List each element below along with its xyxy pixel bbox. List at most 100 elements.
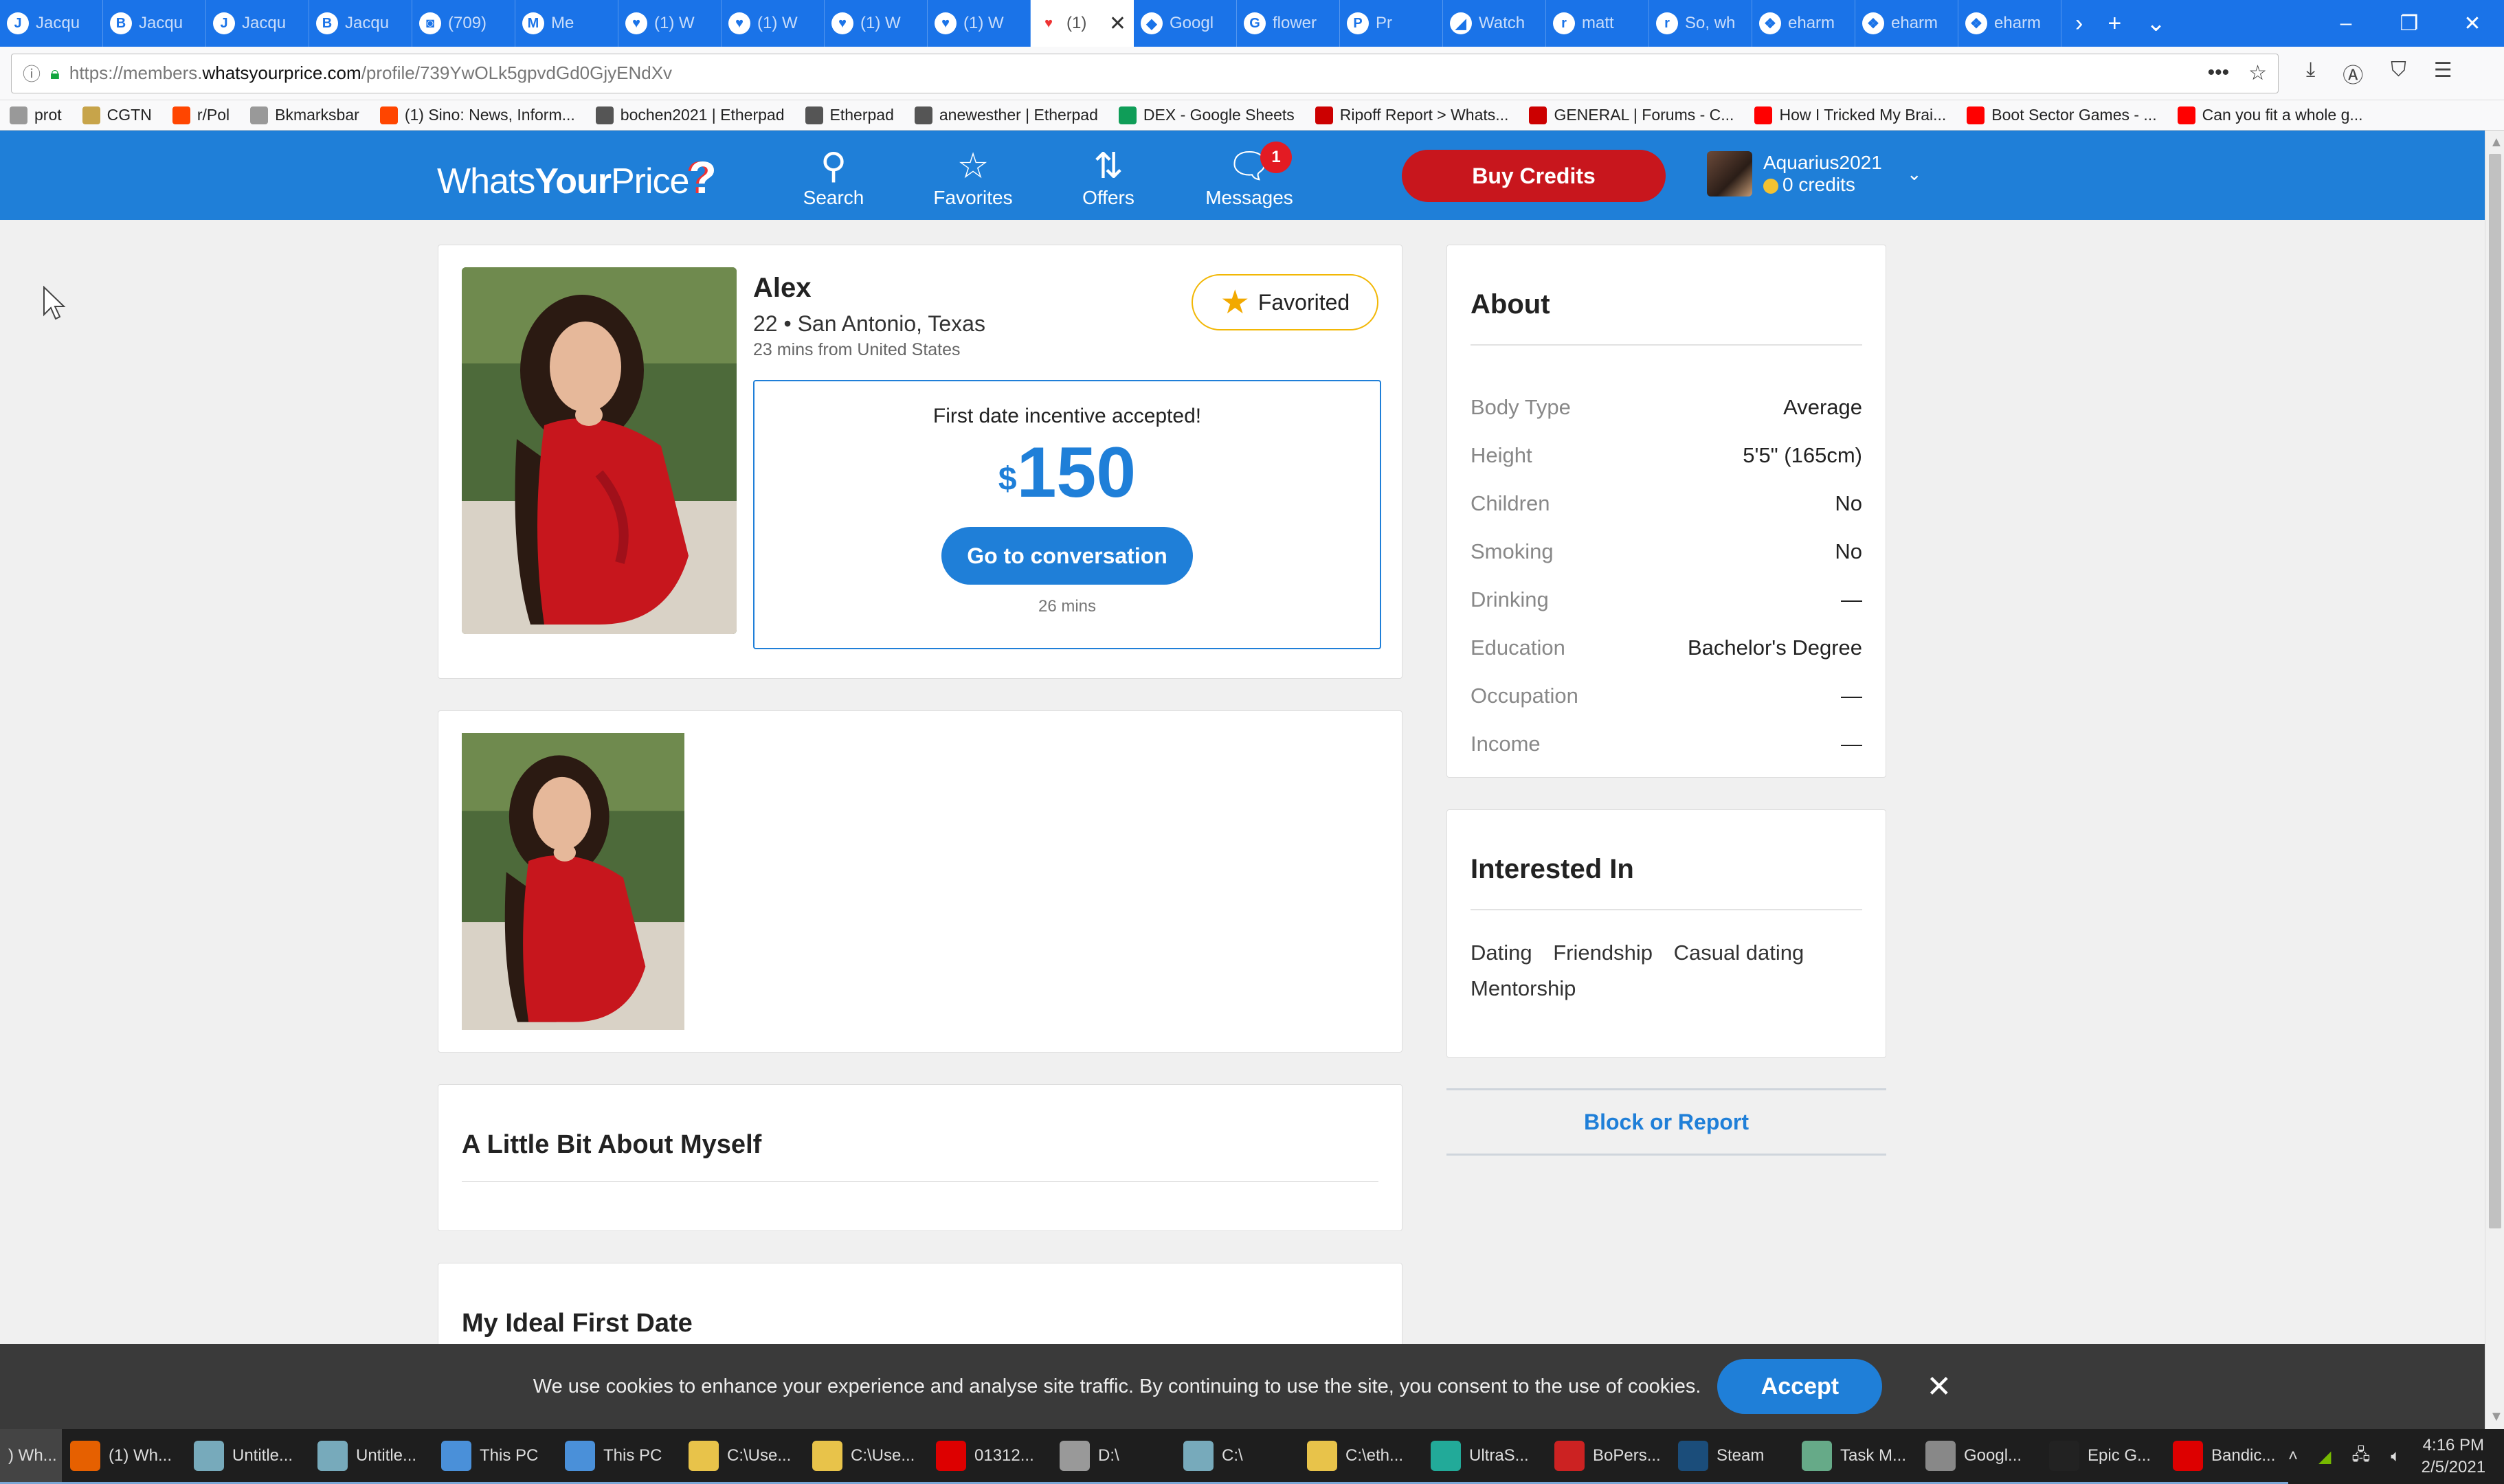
bookmark-item[interactable]: Boot Sector Games - ...: [1967, 106, 2157, 124]
network-icon[interactable]: 🖧︎: [2351, 1443, 2370, 1471]
scroll-tabs-right-icon[interactable]: ›: [2075, 10, 2083, 37]
browser-tab[interactable]: ◆ Googl: [1134, 0, 1237, 47]
browser-tab[interactable]: r So, wh: [1649, 0, 1752, 47]
bookmark-star-icon[interactable]: ☆: [2248, 61, 2267, 85]
new-tab-icon[interactable]: +: [2108, 10, 2121, 37]
close-icon[interactable]: ✕: [1926, 1369, 1952, 1404]
tray-chevron-icon[interactable]: ˄: [2288, 1447, 2298, 1466]
browser-tab[interactable]: Gflower: [1237, 0, 1340, 47]
browser-tab[interactable]: ♥ (1) W: [928, 0, 1031, 47]
info-icon[interactable]: ⓘ: [23, 60, 41, 86]
browser-tab[interactable]: ❖ eharm: [1855, 0, 1958, 47]
account-menu[interactable]: Aquarius2021 0 credits ⌄: [1707, 151, 1922, 196]
taskbar-app[interactable]: Epic G...: [2041, 1429, 2165, 1484]
menu-icon[interactable]: ☰: [2434, 58, 2452, 89]
taskbar-app[interactable]: ) Wh...: [0, 1429, 62, 1484]
block-or-report-link[interactable]: Block or Report: [1446, 1088, 1886, 1156]
bookmark-item[interactable]: Etherpad: [805, 106, 894, 124]
taskbar-app[interactable]: C:\Use...: [680, 1429, 804, 1484]
browser-tab[interactable]: P Pr: [1340, 0, 1443, 47]
bookmark-item[interactable]: r/Pol: [172, 106, 230, 124]
close-window-icon[interactable]: ✕: [2441, 12, 2504, 36]
browser-tab[interactable]: B Jacqu: [103, 0, 206, 47]
taskbar-app[interactable]: Googl...: [1917, 1429, 2041, 1484]
minimize-icon[interactable]: –: [2314, 12, 2378, 35]
bookmark-item[interactable]: Ripoff Report > Whats...: [1315, 106, 1508, 124]
browser-tab[interactable]: ♥ (1) W: [618, 0, 722, 47]
tab-title: flower: [1273, 14, 1317, 32]
accept-cookies-button[interactable]: Accept: [1717, 1359, 1883, 1414]
scroll-down-icon[interactable]: ▼: [2490, 1409, 2503, 1425]
taskbar-app[interactable]: (1) Wh...: [62, 1429, 186, 1484]
browser-tab[interactable]: ◙ (709): [412, 0, 515, 47]
taskbar-app[interactable]: Bandic...: [2165, 1429, 2288, 1484]
shield-icon[interactable]: ⛉: [2391, 58, 2406, 89]
tab-list-chevron-icon[interactable]: ⌄: [2146, 10, 2166, 37]
download-icon[interactable]: ⤓: [2306, 58, 2315, 89]
restore-icon[interactable]: ❐: [2378, 12, 2441, 36]
adblock-icon[interactable]: Ⓐ: [2343, 58, 2363, 89]
taskbar-app[interactable]: Untitle...: [186, 1429, 309, 1484]
taskbar-app[interactable]: This PC: [557, 1429, 680, 1484]
bookmark-item[interactable]: Bkmarksbar: [250, 106, 359, 124]
photo-thumbnail[interactable]: [462, 733, 684, 1030]
bookmark-item[interactable]: prot: [10, 106, 62, 124]
tab-favicon-icon: J: [213, 12, 235, 34]
page-scrollbar[interactable]: ▲ ▼: [2485, 131, 2504, 1429]
volume-icon[interactable]: 🔈︎: [2391, 1447, 2400, 1466]
bookmark-item[interactable]: CGTN: [82, 106, 152, 124]
profile-photo[interactable]: [462, 267, 737, 634]
nav-messages[interactable]: 🗨︎ Messages 1: [1194, 142, 1304, 209]
browser-tab[interactable]: M Me: [515, 0, 618, 47]
bookmark-item[interactable]: DEX - Google Sheets: [1118, 106, 1295, 124]
taskbar-app[interactable]: C:\Use...: [804, 1429, 928, 1484]
bookmark-item[interactable]: (1) Sino: News, Inform...: [379, 106, 575, 124]
taskbar-clock[interactable]: 4:16 PM 2/5/2021: [2422, 1435, 2485, 1479]
taskbar-app[interactable]: This PC: [433, 1429, 557, 1484]
browser-tab[interactable]: ❖ eharm: [1752, 0, 1855, 47]
nav-search[interactable]: ⚲ Search: [779, 146, 888, 209]
taskbar-app[interactable]: D:\: [1051, 1429, 1175, 1484]
taskbar-app[interactable]: C:\: [1175, 1429, 1299, 1484]
browser-tab[interactable]: ♥ (1) W: [722, 0, 825, 47]
scroll-up-icon[interactable]: ▲: [2490, 135, 2503, 150]
browser-tab[interactable]: ♥ (1) W: [825, 0, 928, 47]
tab-favicon-icon: J: [7, 12, 29, 34]
taskbar-app[interactable]: Untitle...: [309, 1429, 433, 1484]
browser-tab[interactable]: r matt: [1546, 0, 1649, 47]
taskbar-app[interactable]: UltraS...: [1422, 1429, 1546, 1484]
url-text[interactable]: https://members.whatsyourprice.com/profi…: [69, 63, 672, 84]
scrollbar-thumb[interactable]: [2489, 154, 2501, 1228]
taskbar-app[interactable]: 01312...: [928, 1429, 1051, 1484]
bookmark-label: CGTN: [107, 106, 152, 124]
browser-tab[interactable]: B Jacqu: [309, 0, 412, 47]
buy-credits-button[interactable]: Buy Credits: [1402, 150, 1666, 202]
taskbar-app[interactable]: C:\eth...: [1299, 1429, 1422, 1484]
nav-favorites[interactable]: ☆ Favorites: [918, 146, 1028, 209]
browser-tab[interactable]: ◢ Watch: [1443, 0, 1546, 47]
browser-tab[interactable]: ❖ eharm: [1958, 0, 2061, 47]
nvidia-icon[interactable]: ◢: [2318, 1447, 2331, 1467]
go-to-conversation-button[interactable]: Go to conversation: [941, 527, 1193, 585]
bookmark-item[interactable]: How I Tricked My Brai...: [1754, 106, 1946, 124]
page-actions-icon[interactable]: •••: [2208, 61, 2230, 85]
taskbar-app[interactable]: Steam: [1670, 1429, 1793, 1484]
taskbar-app[interactable]: BoPers...: [1546, 1429, 1670, 1484]
site-logo[interactable]: WhatsYourPrice?: [437, 151, 717, 203]
browser-tab[interactable]: J Jacqu: [206, 0, 309, 47]
favorited-button[interactable]: ★ Favorited: [1192, 274, 1378, 330]
browser-tab[interactable]: ♥ (1) ✕: [1031, 0, 1134, 47]
bookmark-item[interactable]: GENERAL | Forums - C...: [1529, 106, 1734, 124]
bookmark-item[interactable]: bochen2021 | Etherpad: [595, 106, 785, 124]
browser-tab[interactable]: J Jacqu: [0, 0, 103, 47]
bookmark-favicon-icon: [2177, 106, 2195, 124]
bookmark-favicon-icon: [250, 106, 269, 124]
close-tab-icon[interactable]: ✕: [1109, 12, 1126, 36]
bookmark-item[interactable]: Can you fit a whole g...: [2177, 106, 2363, 124]
taskbar-app[interactable]: Task M...: [1793, 1429, 1917, 1484]
url-bar[interactable]: ⓘ 🔒︎ https://members.whatsyourprice.com/…: [11, 53, 2279, 93]
nav-offers[interactable]: ⇅ Offers: [1053, 146, 1163, 209]
up-down-arrows-icon: ⇅: [1093, 146, 1124, 186]
bookmark-item[interactable]: anewesther | Etherpad: [914, 106, 1098, 124]
profile-last-active: 23 mins from United States: [753, 340, 961, 359]
